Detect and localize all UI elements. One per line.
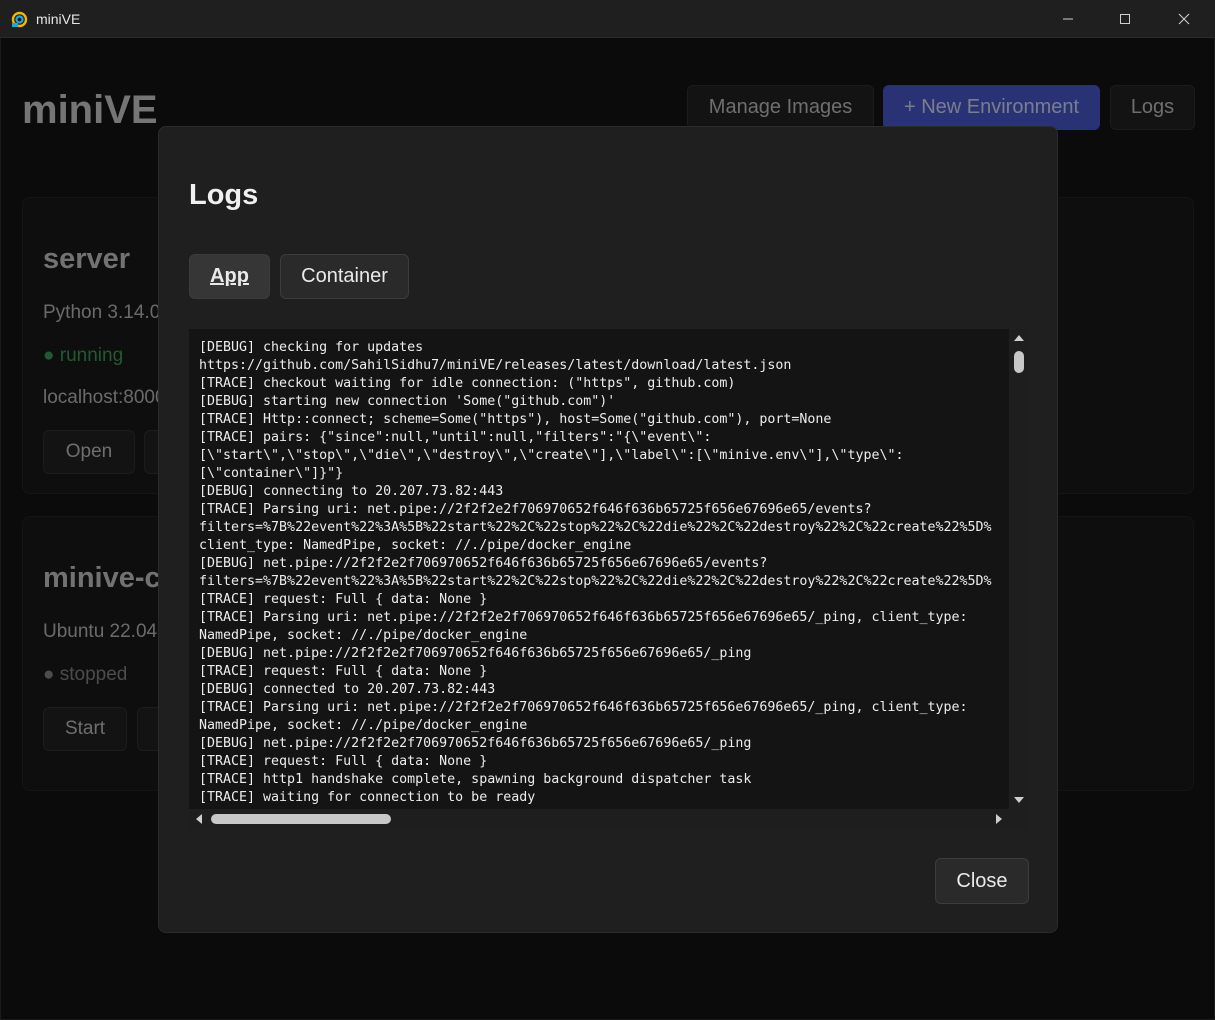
log-line: [TRACE] Http::connect; scheme=Some("http… [199,412,832,427]
logs-modal: Logs App Container [DEBUG] checking for … [158,126,1058,933]
log-line: [TRACE] request: Full { data: None } [199,754,488,769]
log-line: [TRACE] http1 handshake complete, spawni… [199,772,752,787]
scroll-right-icon[interactable] [989,809,1009,829]
log-line: [DEBUG] starting new connection 'Some("g… [199,394,616,409]
log-line: [\"container\"]}"} [199,466,344,481]
log-line: [TRACE] waiting for connection to be rea… [199,790,536,805]
log-line: client_type: NamedPipe, socket: //./pipe… [199,538,632,553]
log-content: [DEBUG] checking for updates https://gith… [189,329,1009,809]
maximize-icon [1120,14,1130,24]
log-line: [TRACE] pairs: {"since":null,"until":nul… [199,430,712,445]
log-line: [TRACE] Parsing uri: net.pipe://2f2f2e2f… [199,700,968,715]
scroll-left-icon[interactable] [189,809,209,829]
horizontal-scrollbar[interactable] [189,809,1029,829]
scroll-down-icon[interactable] [1009,789,1029,809]
log-line: [\"start\",\"stop\",\"die\",\"destroy\",… [199,448,904,463]
log-line: [DEBUG] checking for updates [199,340,424,355]
modal-title: Logs [189,179,259,211]
log-line: [TRACE] Parsing uri: net.pipe://2f2f2e2f… [199,610,968,625]
log-line: [DEBUG] connecting to 20.207.73.82:443 [199,484,504,499]
close-window-icon [1178,13,1190,25]
tab-app[interactable]: App [189,254,270,299]
log-line: [TRACE] checkout waiting for idle connec… [199,376,736,391]
window-title: miniVE [36,11,81,27]
log-viewer[interactable]: [DEBUG] checking for updates https://gith… [189,329,1029,829]
log-line: [DEBUG] net.pipe://2f2f2e2f706970652f646… [199,736,752,751]
log-line: https://github.com/SahilSidhu7/miniVE/re… [199,358,792,373]
minimize-icon [1063,18,1073,20]
vertical-scroll-thumb[interactable] [1014,351,1024,373]
app-logo-icon [11,11,28,28]
close-button[interactable]: Close [935,858,1029,904]
log-line: [TRACE] Parsing uri: net.pipe://2f2f2e2f… [199,502,872,517]
scroll-up-icon[interactable] [1009,329,1029,349]
maximize-button[interactable] [1102,0,1148,38]
log-line: [DEBUG] connected to 20.207.73.82:443 [199,682,496,697]
log-line: [DEBUG] net.pipe://2f2f2e2f706970652f646… [199,556,768,571]
log-line: NamedPipe, socket: //./pipe/docker_engin… [199,718,528,733]
log-line: NamedPipe, socket: //./pipe/docker_engin… [199,628,528,643]
log-line: filters=%7B%22event%22%3A%5B%22start%22%… [199,520,992,535]
close-window-button[interactable] [1161,0,1207,38]
log-line: [DEBUG] net.pipe://2f2f2e2f706970652f646… [199,646,752,661]
minimize-button[interactable] [1045,0,1091,38]
window-titlebar: miniVE [0,0,1215,38]
horizontal-scroll-thumb[interactable] [211,814,391,824]
log-line: filters=%7B%22event%22%3A%5B%22start%22%… [199,574,992,589]
log-line: [TRACE] request: Full { data: None } [199,592,488,607]
vertical-scrollbar[interactable] [1009,329,1029,809]
tab-container[interactable]: Container [280,254,409,299]
log-line: [TRACE] request: Full { data: None } [199,664,488,679]
